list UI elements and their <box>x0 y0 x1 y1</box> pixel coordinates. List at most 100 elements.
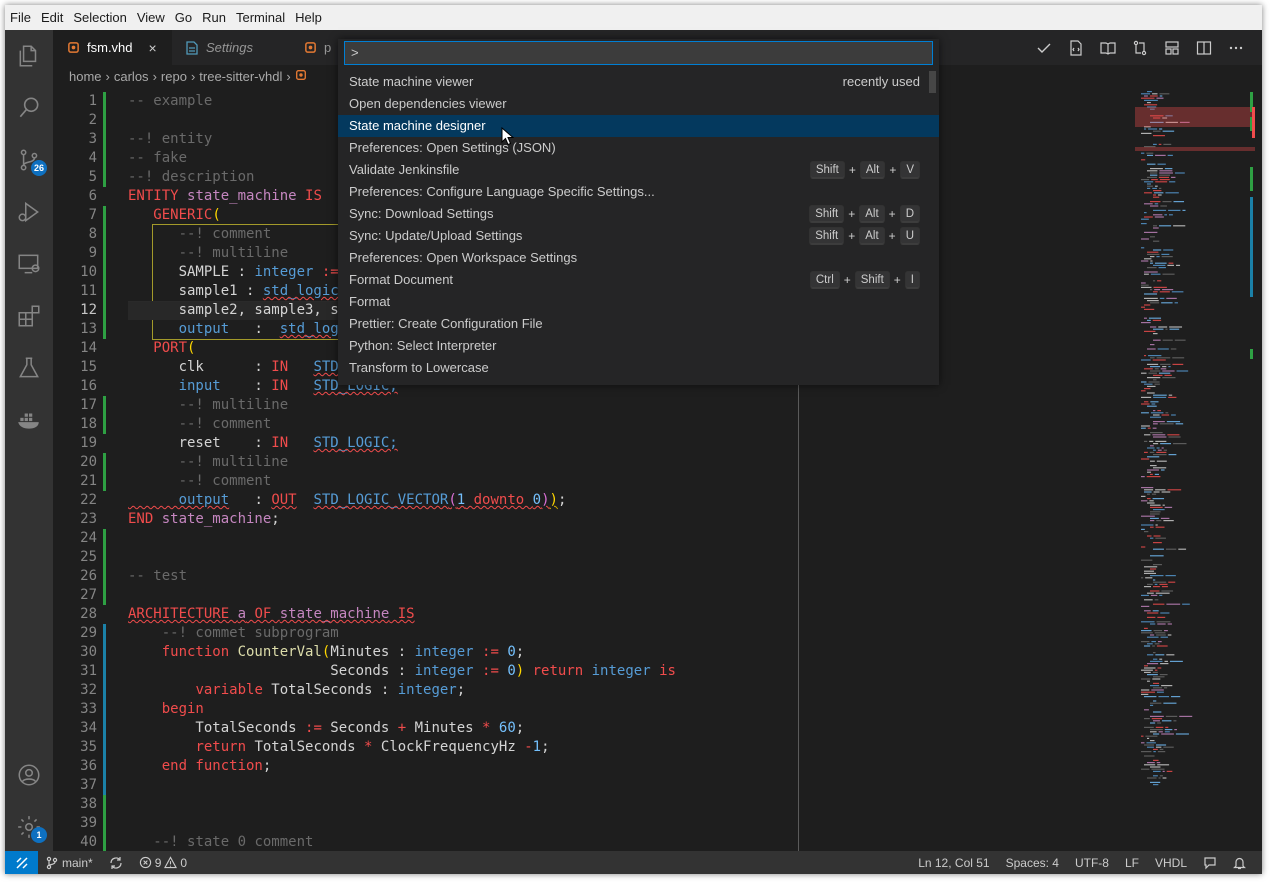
menu-selection[interactable]: Selection <box>68 5 131 30</box>
gutter-change-marker[interactable] <box>103 320 106 339</box>
gutter-change-marker[interactable] <box>103 548 106 567</box>
more-actions-icon[interactable] <box>1220 30 1252 65</box>
gutter-change-marker[interactable] <box>103 529 106 548</box>
menu-view[interactable]: View <box>132 5 170 30</box>
code-line[interactable]: 27 <box>53 586 798 605</box>
language-mode[interactable]: VHDL <box>1147 851 1195 874</box>
code-line[interactable]: 30 function CounterVal(Minutes : integer… <box>53 643 798 662</box>
open-preview-icon[interactable] <box>1060 30 1092 65</box>
run-debug-icon[interactable] <box>5 188 53 236</box>
command-item[interactable]: Validate Jenkinsfile Shift + Alt + V <box>338 159 939 181</box>
code-line[interactable]: 17 --! multiline <box>53 396 798 415</box>
menu-edit[interactable]: Edit <box>36 5 68 30</box>
breadcrumb-item[interactable]: carlos <box>114 69 149 84</box>
code-line[interactable]: 29 --! commet subprogram <box>53 624 798 643</box>
menu-go[interactable]: Go <box>170 5 197 30</box>
manage-gear-icon[interactable]: 1 <box>5 803 53 851</box>
code-line[interactable]: 22 output : OUT STD_LOGIC_VECTOR(1 downt… <box>53 491 798 510</box>
gutter-change-marker[interactable] <box>103 643 106 662</box>
feedback-icon[interactable] <box>1195 851 1225 874</box>
gutter-change-marker[interactable] <box>103 624 106 643</box>
gutter-change-marker[interactable] <box>103 225 106 244</box>
command-item[interactable]: Format Document Ctrl + Shift + I <box>338 269 939 291</box>
gutter-change-marker[interactable] <box>103 795 106 814</box>
menu-terminal[interactable]: Terminal <box>231 5 290 30</box>
code-line[interactable]: 26 -- test <box>53 567 798 586</box>
gutter-change-marker[interactable] <box>103 263 106 282</box>
git-compare-icon[interactable] <box>1124 30 1156 65</box>
indentation[interactable]: Spaces: 4 <box>998 851 1067 874</box>
command-item[interactable]: State machine designer <box>338 115 939 137</box>
minimap[interactable] <box>1125 87 1255 851</box>
tab-p[interactable]: p <box>290 30 340 65</box>
gutter-change-marker[interactable] <box>103 282 106 301</box>
code-line[interactable]: 35 return TotalSeconds * ClockFrequencyH… <box>53 738 798 757</box>
code-line[interactable]: 37 <box>53 776 798 795</box>
explorer-icon[interactable] <box>5 32 53 80</box>
split-editor-icon[interactable] <box>1188 30 1220 65</box>
gutter-change-marker[interactable] <box>103 244 106 263</box>
breadcrumb-item[interactable]: repo <box>161 69 187 84</box>
gutter-change-marker[interactable] <box>103 719 106 738</box>
gutter-change-marker[interactable] <box>103 700 106 719</box>
book-icon[interactable] <box>1092 30 1124 65</box>
gutter-change-marker[interactable] <box>103 738 106 757</box>
command-item[interactable]: Format <box>338 291 939 313</box>
code-line[interactable]: 38 <box>53 795 798 814</box>
cursor-position[interactable]: Ln 12, Col 51 <box>910 851 997 874</box>
remote-indicator[interactable] <box>5 851 38 874</box>
testing-flask-icon[interactable] <box>5 344 53 392</box>
gutter-change-marker[interactable] <box>103 301 106 320</box>
tab-settings[interactable]: Settings <box>172 30 290 65</box>
gutter-change-marker[interactable] <box>103 757 106 776</box>
gutter-change-marker[interactable] <box>103 567 106 586</box>
gutter-change-marker[interactable] <box>103 662 106 681</box>
command-item[interactable]: Transform to Lowercase <box>338 357 939 379</box>
command-item[interactable]: Python: Select Interpreter <box>338 335 939 357</box>
extensions-icon[interactable] <box>5 292 53 340</box>
sync-icon[interactable] <box>101 851 131 874</box>
tab-fsm-vhd[interactable]: fsm.vhd × <box>53 30 172 65</box>
code-line[interactable]: 28 ARCHITECTURE a OF state_machine IS <box>53 605 798 624</box>
encoding[interactable]: UTF-8 <box>1067 851 1117 874</box>
code-line[interactable]: 34 TotalSeconds := Seconds + Minutes * 6… <box>53 719 798 738</box>
gutter-change-marker[interactable] <box>103 681 106 700</box>
code-line[interactable]: 25 <box>53 548 798 567</box>
gutter-change-marker[interactable] <box>103 149 106 168</box>
code-line[interactable]: 24 <box>53 529 798 548</box>
gutter-change-marker[interactable] <box>103 92 106 111</box>
notifications-bell-icon[interactable] <box>1225 851 1254 874</box>
remote-explorer-icon[interactable] <box>5 240 53 288</box>
menu-help[interactable]: Help <box>290 5 327 30</box>
gutter-change-marker[interactable] <box>103 206 106 225</box>
search-icon[interactable] <box>5 84 53 132</box>
command-item[interactable]: Prettier: Create Configuration File <box>338 313 939 335</box>
command-item[interactable]: Preferences: Open Workspace Settings <box>338 247 939 269</box>
palette-scrollbar[interactable] <box>929 71 936 93</box>
gutter-change-marker[interactable] <box>103 472 106 491</box>
code-line[interactable]: 20 --! multiline <box>53 453 798 472</box>
end-of-line[interactable]: LF <box>1117 851 1147 874</box>
gutter-change-marker[interactable] <box>103 776 106 795</box>
command-palette-input[interactable]: > <box>344 41 933 65</box>
gutter-change-marker[interactable] <box>103 415 106 434</box>
command-item[interactable]: Open dependencies viewer <box>338 93 939 115</box>
gutter-change-marker[interactable] <box>103 833 106 851</box>
docker-icon[interactable] <box>5 396 53 444</box>
account-icon[interactable] <box>5 751 53 799</box>
gutter-change-marker[interactable] <box>103 130 106 149</box>
breadcrumb-item[interactable]: home <box>69 69 102 84</box>
problems-indicator[interactable]: 9 0 <box>131 851 195 874</box>
command-item[interactable]: Sync: Update/Upload Settings Shift + Alt + U <box>338 225 939 247</box>
gutter-change-marker[interactable] <box>103 111 106 130</box>
code-line[interactable]: 39 <box>53 814 798 833</box>
source-control-icon[interactable]: 26 <box>5 136 53 184</box>
code-line[interactable]: 32 variable TotalSeconds : integer; <box>53 681 798 700</box>
menu-run[interactable]: Run <box>197 5 231 30</box>
code-line[interactable]: 19 reset : IN STD_LOGIC; <box>53 434 798 453</box>
command-item[interactable]: Preferences: Configure Language Specific… <box>338 181 939 203</box>
command-item[interactable]: State machine viewer recently used <box>338 71 939 93</box>
breadcrumb-item[interactable]: tree-sitter-vhdl <box>199 69 282 84</box>
close-icon[interactable]: × <box>149 40 157 56</box>
menu-file[interactable]: File <box>5 5 36 30</box>
